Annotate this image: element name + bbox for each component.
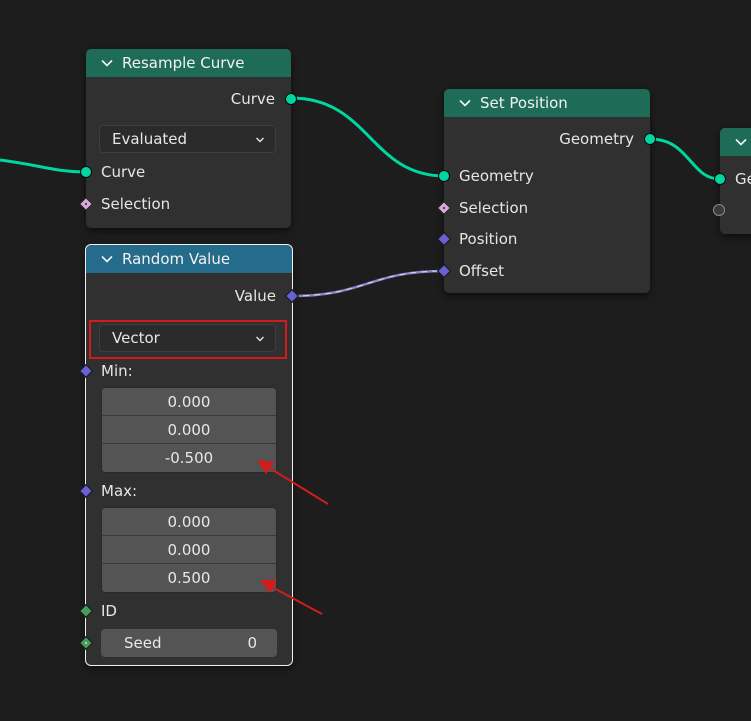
socket-label: Min: (101, 362, 133, 380)
node-title: Set Position (480, 94, 568, 112)
random-value-node[interactable]: Random Value Value Vector Min: 0.000 0.0… (85, 244, 293, 666)
seed-value: 0 (247, 634, 257, 652)
link-input-to-resample-curve (0, 158, 86, 174)
mode-dropdown[interactable]: Evaluated (99, 125, 276, 153)
id-label-row: ID (101, 599, 117, 623)
chevron-down-icon[interactable] (100, 56, 114, 70)
input-offset-row: Offset (459, 259, 504, 283)
chevron-down-icon[interactable] (734, 135, 748, 149)
output-value-row: Value (235, 284, 276, 308)
socket-label: Value (234, 287, 276, 305)
socket-label: Offset (459, 262, 505, 280)
max-z-field[interactable]: 0.500 (102, 564, 276, 592)
seed-label: Seed (124, 634, 162, 652)
input-curve-socket[interactable] (80, 166, 92, 178)
data-type-dropdown[interactable]: Vector (99, 324, 276, 352)
output-geometry-row: Geometry (559, 127, 634, 151)
chevron-down-icon (256, 137, 264, 143)
input-selection-row: Selection (459, 196, 528, 220)
input-position-row: Position (459, 227, 517, 251)
min-z-field[interactable]: -0.500 (102, 444, 276, 472)
socket-label: Max: (101, 482, 138, 500)
socket-label: Position (459, 230, 518, 248)
set-position-node[interactable]: Set Position Geometry Geometry Selection… (444, 89, 650, 293)
socket-label: Geometry (459, 167, 534, 185)
set-position-header[interactable]: Set Position (444, 89, 650, 117)
output-curve-socket[interactable] (285, 93, 297, 105)
min-label-row: Min: (101, 359, 133, 383)
socket-label: Curve (230, 90, 275, 108)
link-resample-to-set-position (290, 96, 446, 178)
socket-label: Selection (459, 199, 529, 217)
input-curve-row: Curve (101, 160, 145, 184)
socket-label: Curve (101, 163, 146, 181)
max-y-field[interactable]: 0.000 (102, 536, 276, 564)
seed-field[interactable]: Seed 0 (101, 629, 277, 657)
input-selection-row: Selection (101, 192, 170, 216)
resample-curve-header[interactable]: Resample Curve (86, 49, 291, 77)
chevron-down-icon[interactable] (458, 96, 472, 110)
max-x-field[interactable]: 0.000 (102, 508, 276, 536)
output-geometry-socket[interactable] (644, 133, 656, 145)
min-y-field[interactable]: 0.000 (102, 416, 276, 444)
socket-label: Selection (101, 195, 171, 213)
chevron-down-icon (256, 336, 264, 342)
output-curve-row: Curve (231, 87, 275, 111)
input-geometry-socket[interactable] (714, 173, 726, 185)
empty-input-socket[interactable] (713, 204, 725, 216)
min-x-field[interactable]: 0.000 (102, 388, 276, 416)
partial-node-header[interactable] (720, 128, 751, 156)
dropdown-value: Vector (112, 329, 160, 347)
max-label-row: Max: (101, 479, 137, 503)
resample-curve-node[interactable]: Resample Curve Curve Evaluated Curve Sel… (86, 49, 291, 228)
link-random-value-to-offset (291, 269, 445, 298)
node-title: Random Value (122, 250, 231, 268)
node-title: Resample Curve (122, 54, 245, 72)
socket-label: Geometry (559, 130, 634, 148)
input-geometry-row: Ge (735, 167, 751, 191)
min-vector-field: 0.000 0.000 -0.500 (101, 387, 277, 473)
chevron-down-icon[interactable] (100, 252, 114, 266)
link-set-position-to-next (649, 137, 721, 181)
random-value-header[interactable]: Random Value (86, 245, 292, 273)
socket-label: Ge (735, 170, 751, 188)
socket-label: ID (101, 602, 117, 620)
input-geometry-socket[interactable] (438, 170, 450, 182)
input-geometry-row: Geometry (459, 164, 534, 188)
dropdown-value: Evaluated (112, 130, 188, 148)
max-vector-field: 0.000 0.000 0.500 (101, 507, 277, 593)
